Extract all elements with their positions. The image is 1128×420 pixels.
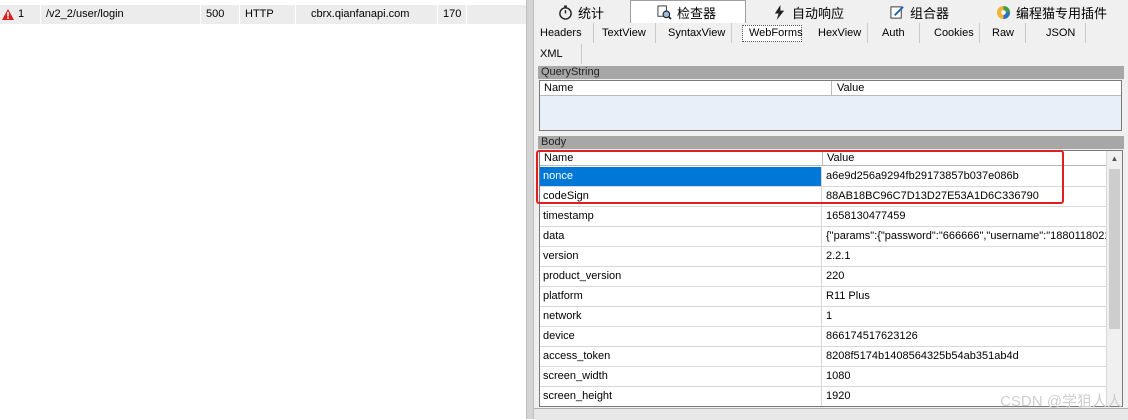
body-grid[interactable]: Name Value nonce a6e9d256a9294fb29173857… <box>539 150 1123 407</box>
session-id: 1 <box>18 8 25 20</box>
row-value: 866174517623126 <box>826 330 918 342</box>
inspector-icon <box>657 5 672 20</box>
tab-plugin[interactable]: 编程猫专用插件 <box>996 2 1128 22</box>
table-row[interactable]: 1 /v2_2/user/login 500 HTTP cbrx.qianfan… <box>0 5 526 24</box>
row-name: network <box>540 307 822 326</box>
table-row[interactable]: product_version 220 <box>540 267 1107 287</box>
compose-icon <box>890 5 904 19</box>
body-column-header: Name Value <box>540 151 1107 166</box>
row-value: a6e9d256a9294fb29173857b037e086b <box>826 170 1019 182</box>
scroll-up-icon[interactable]: ▲ <box>1107 151 1122 166</box>
row-name: codeSign <box>540 187 822 206</box>
row-name: access_token <box>540 347 822 366</box>
tab-webforms[interactable]: WebForms <box>742 25 803 42</box>
row-name: timestamp <box>540 207 822 226</box>
querystring-header: QueryString <box>538 66 1124 79</box>
inspector-pane: 统计 检查器 自动响应 组合器 编程猫专用插件 Headers TextView… <box>534 0 1128 420</box>
row-value: 8208f5174b1408564325b54ab351ab4d <box>826 350 1019 362</box>
row-name: screen_height <box>540 387 822 406</box>
row-value: {"params":{"password":"666666","username… <box>826 230 1107 242</box>
tab-inspector[interactable]: 检查器 <box>630 0 746 24</box>
row-name: version <box>540 247 822 266</box>
column-divider <box>200 5 201 24</box>
column-divider <box>466 5 467 24</box>
table-row[interactable]: device 866174517623126 <box>540 327 1107 347</box>
column-divider <box>295 5 296 24</box>
row-value: 1080 <box>826 370 851 382</box>
session-url: /v2_2/user/login <box>46 8 124 20</box>
scrollbar-thumb[interactable] <box>1109 169 1120 329</box>
row-name: product_version <box>540 267 822 286</box>
tab-composer[interactable]: 组合器 <box>890 2 976 22</box>
column-value: Value <box>837 82 865 94</box>
table-row[interactable]: screen_width 1080 <box>540 367 1107 387</box>
warning-icon <box>2 9 14 20</box>
plugin-icon <box>996 5 1011 19</box>
querystring-grid[interactable]: Name Value <box>539 80 1122 131</box>
tab-xml[interactable]: XML <box>534 44 582 64</box>
column-value: Value <box>827 152 855 164</box>
body-header: Body <box>538 136 1124 149</box>
stopwatch-icon <box>559 4 572 20</box>
row-value: 1658130477459 <box>826 210 906 222</box>
row-value: 220 <box>826 270 845 282</box>
watermark: CSDN @学狙人人 <box>1000 393 1122 410</box>
session-result: 500 <box>206 8 225 20</box>
column-name: Name <box>544 82 574 94</box>
row-value: R11 Plus <box>826 290 870 302</box>
querystring-column-header: Name Value <box>540 81 1121 96</box>
row-value: 1 <box>826 310 833 322</box>
row-name: data <box>540 227 822 246</box>
column-divider[interactable] <box>822 151 823 166</box>
tab-label: 编程猫专用插件 <box>1016 5 1108 21</box>
tab-raw[interactable]: Raw <box>986 23 1026 43</box>
table-row[interactable]: nonce a6e9d256a9294fb29173857b037e086b <box>540 167 1107 187</box>
tab-json[interactable]: JSON <box>1040 23 1086 43</box>
session-list: 1 /v2_2/user/login 500 HTTP cbrx.qianfan… <box>0 0 526 419</box>
lightning-icon <box>774 4 785 20</box>
tab-syntaxview[interactable]: SyntaxView <box>662 23 732 43</box>
session-host: cbrx.qianfanapi.com <box>311 8 410 20</box>
session-protocol: HTTP <box>245 8 274 20</box>
table-row[interactable]: version 2.2.1 <box>540 247 1107 267</box>
table-row[interactable]: timestamp 1658130477459 <box>540 207 1107 227</box>
row-name: screen_width <box>540 367 822 386</box>
table-row[interactable]: codeSign 88AB18BC96C7D13D27E53A1D6C33679… <box>540 187 1107 207</box>
column-divider[interactable] <box>831 81 832 96</box>
tab-label: 组合器 <box>910 5 950 21</box>
tab-headers[interactable]: Headers <box>534 23 594 43</box>
table-row[interactable]: network 1 <box>540 307 1107 327</box>
tab-statistics[interactable]: 统计 <box>558 2 628 22</box>
column-divider <box>239 5 240 24</box>
column-divider <box>40 5 41 24</box>
tab-label: 检查器 <box>677 6 717 21</box>
pane-splitter[interactable] <box>526 0 534 419</box>
table-row[interactable]: access_token 8208f5174b1408564325b54ab35… <box>540 347 1107 367</box>
tab-textview[interactable]: TextView <box>596 23 656 43</box>
session-body-size: 170 <box>443 8 462 20</box>
inspector-main-tabs: 统计 检查器 自动响应 组合器 编程猫专用插件 <box>534 0 1128 24</box>
row-value: 88AB18BC96C7D13D27E53A1D6C336790 <box>826 190 1039 202</box>
row-name: nonce <box>540 167 822 186</box>
table-row[interactable]: platform R11 Plus <box>540 287 1107 307</box>
tab-hexview[interactable]: HexView <box>812 23 868 43</box>
column-divider <box>437 5 438 24</box>
tab-auth[interactable]: Auth <box>876 23 920 43</box>
inspector-sub-tabs: Headers TextView SyntaxView WebForms Hex… <box>534 23 1128 65</box>
row-name: platform <box>540 287 822 306</box>
row-name: device <box>540 327 822 346</box>
row-value: 2.2.1 <box>826 250 851 262</box>
tab-autoresponder[interactable]: 自动响应 <box>772 2 872 22</box>
tab-label: 自动响应 <box>792 5 845 21</box>
table-row[interactable]: data {"params":{"password":"666666","use… <box>540 227 1107 247</box>
tab-label: 统计 <box>578 5 605 21</box>
vertical-scrollbar[interactable]: ▲ <box>1106 151 1122 406</box>
column-name: Name <box>544 152 574 164</box>
tab-cookies[interactable]: Cookies <box>928 23 980 43</box>
